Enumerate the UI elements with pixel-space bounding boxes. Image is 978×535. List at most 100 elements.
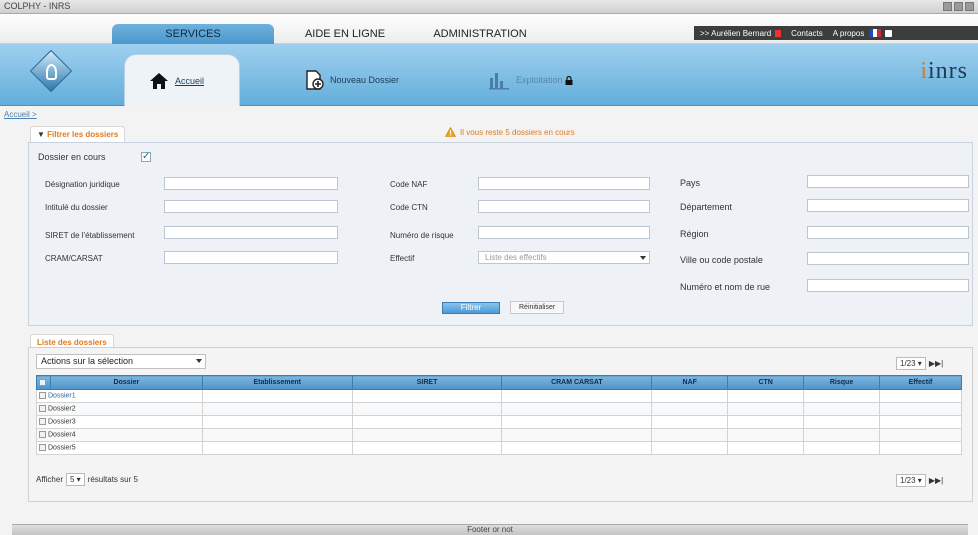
- row-checkbox[interactable]: [39, 418, 46, 426]
- window-title: COLPHY - INRS: [4, 1, 71, 11]
- tab-services[interactable]: SERVICES: [112, 24, 274, 44]
- logout-icon[interactable]: [775, 29, 782, 37]
- rue-input[interactable]: [807, 279, 969, 292]
- table-cell: [879, 389, 962, 403]
- col-effectif[interactable]: Effectif: [879, 375, 962, 390]
- table-row[interactable]: Dossier2: [36, 402, 962, 416]
- chevron-down-icon: [196, 359, 202, 363]
- dossiers-table: Dossier Etablissement SIRET CRAM CARSAT …: [36, 375, 962, 455]
- table-row[interactable]: Dossier1: [36, 389, 962, 403]
- table-row[interactable]: Dossier3: [36, 415, 962, 429]
- tab-nouveau-dossier[interactable]: Nouveau Dossier: [304, 54, 434, 106]
- page-size-value[interactable]: 5 ▾: [65, 473, 85, 486]
- code-ctn-input[interactable]: [478, 200, 650, 213]
- select-all-checkbox[interactable]: [38, 378, 46, 386]
- table-cell: [651, 389, 729, 403]
- siret-input[interactable]: [164, 226, 338, 239]
- pays-label: Pays: [680, 178, 701, 188]
- intitule-dossier-input[interactable]: [164, 200, 338, 213]
- page-footer: Footer or not: [12, 524, 968, 535]
- code-naf-label: Code NAF: [390, 180, 428, 189]
- ville-input[interactable]: [807, 252, 969, 265]
- page-size-select[interactable]: 5 ▾: [65, 473, 85, 486]
- filter-panel-title: Filtrer les dossiers: [47, 130, 119, 139]
- filter-button[interactable]: Filtrer: [442, 302, 500, 314]
- print-icon[interactable]: [885, 29, 893, 37]
- table-row[interactable]: Dossier4: [36, 428, 962, 442]
- cram-carsat-label: CRAM/CARSAT: [45, 254, 103, 263]
- show-label: Afficher: [36, 475, 63, 484]
- row-checkbox[interactable]: [39, 405, 46, 413]
- dossier-en-cours-checkbox[interactable]: ✓: [141, 152, 151, 162]
- table-cell: [501, 441, 653, 455]
- designation-juridique-input[interactable]: [164, 177, 338, 190]
- filter-panel-header[interactable]: ▼ Filtrer les dossiers: [30, 126, 126, 142]
- row-checkbox[interactable]: [39, 392, 46, 400]
- table-cell: [651, 402, 729, 416]
- table-cell: [351, 428, 503, 442]
- actions-select[interactable]: Actions sur la sélection: [36, 354, 206, 369]
- col-risque[interactable]: Risque: [803, 375, 881, 390]
- pays-input[interactable]: [807, 175, 969, 188]
- code-naf-input[interactable]: [478, 177, 650, 190]
- code-ctn-label: Code CTN: [390, 203, 428, 212]
- french-flag-icon[interactable]: [869, 29, 882, 37]
- tab-accueil[interactable]: Accueil: [124, 54, 240, 106]
- effectif-select[interactable]: Liste des effectifs: [478, 251, 650, 264]
- departement-input[interactable]: [807, 199, 969, 212]
- row-select-cell[interactable]: Dossier3: [36, 415, 203, 429]
- tab-aide-en-ligne[interactable]: AIDE EN LIGNE: [300, 24, 390, 44]
- table-cell: [727, 428, 805, 442]
- row-checkbox[interactable]: [39, 444, 46, 452]
- tab-exploitation[interactable]: Exploitation: [488, 54, 608, 106]
- row-select-cell[interactable]: Dossier1: [36, 389, 203, 403]
- col-ctn[interactable]: CTN: [727, 375, 805, 390]
- region-input[interactable]: [807, 226, 969, 239]
- next-page-icon[interactable]: ▶▶|: [929, 359, 943, 368]
- table-cell: [727, 415, 805, 429]
- table-cell: [651, 428, 729, 442]
- designation-juridique-label: Désignation juridique: [45, 180, 120, 189]
- next-page-icon[interactable]: ▶▶|: [929, 476, 943, 485]
- breadcrumb[interactable]: Accueil >: [4, 110, 37, 119]
- numero-risque-input[interactable]: [478, 226, 650, 239]
- cram-carsat-input[interactable]: [164, 251, 338, 264]
- table-cell: [879, 428, 962, 442]
- dossier-en-cours-label: Dossier en cours: [38, 152, 106, 162]
- col-cram-carsat[interactable]: CRAM CARSAT: [501, 375, 653, 390]
- table-row[interactable]: Dossier5: [36, 441, 962, 455]
- table-cell: [803, 402, 881, 416]
- effectif-label: Effectif: [390, 254, 415, 263]
- col-naf[interactable]: NAF: [651, 375, 729, 390]
- lock-icon: [565, 75, 573, 85]
- dossier-cell[interactable]: Dossier1: [48, 393, 76, 400]
- inrs-logo: iinrs: [920, 58, 968, 84]
- col-siret[interactable]: SIRET: [351, 375, 503, 390]
- user-name[interactable]: >> Aurélien Bernard: [700, 29, 771, 38]
- reset-button[interactable]: Réinitialiser: [510, 301, 565, 314]
- table-cell: [879, 441, 962, 455]
- col-dossier[interactable]: Dossier: [49, 375, 203, 390]
- new-folder-icon: [306, 70, 324, 90]
- dossier-cell: Dossier4: [48, 431, 76, 439]
- close-icon[interactable]: [965, 2, 974, 11]
- row-select-cell[interactable]: Dossier4: [36, 428, 203, 442]
- table-cell: [201, 428, 353, 442]
- row-select-cell[interactable]: Dossier2: [36, 402, 203, 416]
- table-cell: [201, 402, 353, 416]
- maximize-icon[interactable]: [954, 2, 963, 11]
- about-link[interactable]: A propos: [833, 29, 865, 38]
- table-header-row: Dossier Etablissement SIRET CRAM CARSAT …: [36, 375, 962, 390]
- select-all-cell[interactable]: [36, 375, 51, 390]
- row-checkbox[interactable]: [39, 431, 46, 439]
- region-label: Région: [680, 229, 709, 239]
- table-cell: [879, 402, 962, 416]
- page-size-text: 5: [69, 475, 75, 484]
- col-etablissement[interactable]: Etablissement: [201, 375, 353, 390]
- contacts-link[interactable]: Contacts: [791, 29, 823, 38]
- row-select-cell[interactable]: Dossier5: [36, 441, 203, 455]
- page-select-bottom[interactable]: 1/23 ▾: [896, 474, 926, 487]
- page-select[interactable]: 1/23 ▾: [896, 357, 926, 370]
- tab-administration[interactable]: ADMINISTRATION: [420, 24, 540, 44]
- minimize-icon[interactable]: [943, 2, 952, 11]
